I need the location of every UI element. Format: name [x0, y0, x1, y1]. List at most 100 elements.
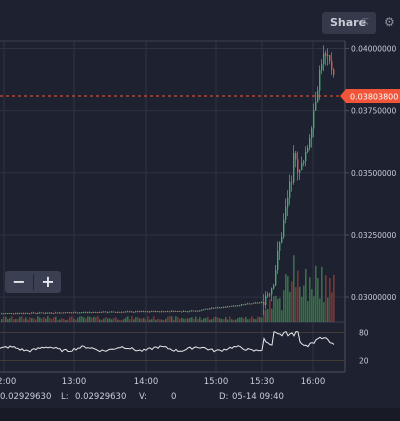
candle-body — [193, 310, 195, 312]
candle-body — [57, 312, 59, 314]
price-chart[interactable]: 0.04000000 0.03750000 0.03500000 0.03250000… — [0, 0, 400, 421]
volume-bar — [305, 268, 307, 322]
zoom-in-button[interactable]: + — [34, 271, 62, 293]
candle-body — [33, 312, 35, 314]
candle-body — [175, 310, 177, 312]
volume-bar — [235, 319, 237, 322]
volume-bar — [277, 298, 279, 322]
volume-bar — [309, 277, 311, 322]
volume-bar — [223, 319, 225, 322]
time-tick-label: 13:00 — [62, 377, 87, 387]
candle-body — [177, 310, 179, 312]
volume-bar — [221, 319, 223, 322]
volume-bar — [323, 302, 325, 322]
candle-body — [21, 313, 23, 315]
volume-bar — [165, 318, 167, 322]
volume-bar — [49, 318, 51, 322]
candle-body — [135, 311, 137, 313]
candle-body — [225, 306, 227, 308]
candle-body — [99, 311, 101, 313]
volume-bar — [267, 309, 269, 322]
volume-bar — [159, 319, 161, 322]
time-axis: 12:00 13:00 14:00 15:00 15:30 16:00 — [0, 377, 325, 387]
candle-body — [131, 311, 133, 313]
candle-body — [319, 69, 321, 91]
candle-body — [201, 309, 203, 311]
candle-body — [25, 312, 27, 314]
price-badge-value: 0.03803800 — [350, 93, 398, 102]
candle-body — [171, 310, 173, 312]
volume-bar — [109, 318, 111, 322]
candle-body — [13, 313, 15, 315]
volume-bar — [273, 296, 275, 322]
volume-bar — [135, 317, 137, 322]
volume-bar — [93, 316, 95, 322]
candle-body — [61, 312, 63, 314]
candle-body — [209, 308, 211, 310]
volume-bar — [157, 318, 159, 322]
volume-bar — [261, 317, 263, 322]
status-bar: 0.02929630 L: 0.02929630 V: 0 D: 05-14 0… — [0, 388, 400, 408]
candle-body — [291, 181, 293, 183]
candle-body — [119, 311, 121, 313]
volume-bar — [119, 319, 121, 322]
candle-body — [329, 55, 331, 61]
volume-bar — [295, 287, 297, 322]
volume-bar — [73, 318, 75, 322]
volume-bar — [169, 316, 171, 322]
volume-bar — [95, 317, 97, 322]
candle-body — [65, 312, 67, 314]
volume-bar — [319, 298, 321, 322]
candle-body — [197, 310, 199, 312]
volume-bar — [325, 275, 327, 322]
volume-bar — [281, 310, 283, 322]
volume-bar — [47, 316, 49, 322]
candle-body — [9, 313, 11, 315]
candle-body — [233, 305, 235, 307]
volume-bar — [65, 319, 67, 322]
candle-body — [71, 312, 73, 314]
volume-bar — [11, 316, 13, 322]
candle-body — [185, 310, 187, 312]
volume-bar — [97, 316, 99, 322]
volume-bar — [125, 317, 127, 322]
volume-bar — [23, 319, 25, 322]
candle-body — [251, 303, 253, 305]
volume-bar — [59, 319, 61, 322]
candle-body — [271, 288, 273, 295]
candle-body — [263, 301, 265, 305]
candle-body — [147, 311, 149, 313]
time-tick-label: 15:30 — [250, 377, 275, 387]
candle-body — [35, 312, 37, 314]
volume-bar — [271, 308, 273, 322]
candle-body — [223, 307, 225, 309]
volume-bar — [107, 318, 109, 322]
volume-bar — [51, 318, 53, 322]
volume-bar — [33, 318, 35, 322]
candle-body — [77, 312, 79, 314]
candle-body — [231, 305, 233, 307]
volume-bar — [31, 318, 33, 322]
candle-body — [241, 304, 243, 306]
volume-bar — [115, 317, 117, 322]
volume-bar — [289, 291, 291, 322]
volume-bar — [175, 316, 177, 322]
low-label: L: — [61, 392, 69, 402]
candle-body — [123, 311, 125, 313]
candle-body — [287, 197, 289, 208]
volume-bar — [71, 316, 73, 322]
candle-body — [309, 138, 311, 148]
volume-bar — [197, 319, 199, 322]
volume-bar — [21, 316, 23, 322]
volume-bar — [91, 317, 93, 322]
volume-bar — [129, 319, 131, 322]
candle-body — [7, 313, 9, 315]
candle-body — [167, 311, 169, 313]
close-value: 0.02929630 — [0, 392, 52, 402]
candle-body — [255, 302, 257, 304]
volume-bar — [39, 317, 41, 322]
volume-bar — [253, 318, 255, 322]
zoom-out-button[interactable]: − — [5, 271, 33, 293]
price-axis: 0.04000000 0.03750000 0.03500000 0.03250000… — [345, 44, 397, 302]
volume-bar — [3, 316, 5, 322]
